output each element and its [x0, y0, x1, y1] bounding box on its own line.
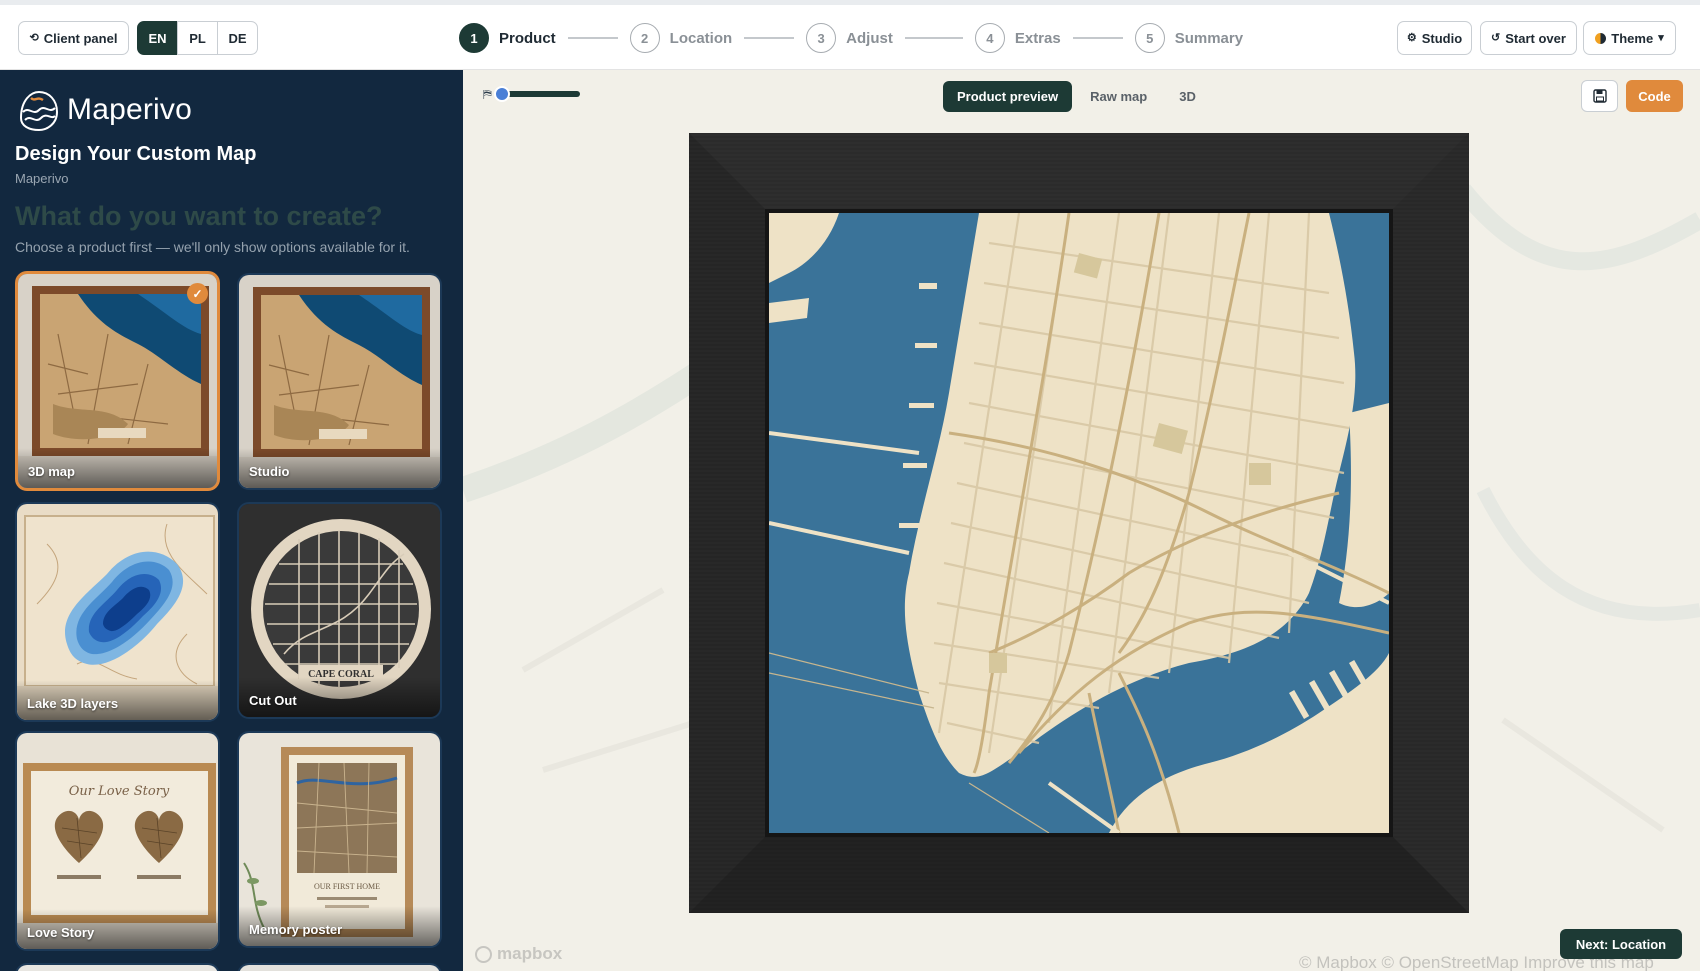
- mapbox-logo: mapbox: [475, 944, 562, 964]
- start-over-button[interactable]: ↺ Start over: [1480, 21, 1577, 55]
- step-location[interactable]: 2 Location: [629, 23, 733, 53]
- studio-icon: ⚙: [1406, 31, 1417, 44]
- zoom-slider[interactable]: ⛿: [483, 84, 603, 104]
- product-card-3d-map[interactable]: ✓ 3D map: [15, 271, 220, 491]
- memory-poster-caption: OUR FIRST HOME: [314, 882, 380, 891]
- step-connector: [1072, 37, 1123, 39]
- step-label: Location: [669, 29, 733, 47]
- product-card-studio[interactable]: Studio: [237, 273, 442, 490]
- sidebar-subtitle: Maperivo: [15, 171, 69, 186]
- theme-icon: [1595, 32, 1607, 44]
- brand-name: Maperivo: [67, 93, 192, 126]
- product-card-memory-poster[interactable]: OUR FIRST HOME Memory poster: [237, 731, 442, 948]
- slider-track[interactable]: [493, 86, 580, 102]
- reset-icon: ↺: [1491, 31, 1501, 44]
- step-label: Summary: [1174, 29, 1244, 47]
- step-number: 5: [1134, 23, 1165, 53]
- studio-label: Studio: [1421, 30, 1463, 46]
- maperivo-logo-icon: [19, 90, 59, 132]
- product-card-partial[interactable]: [15, 963, 220, 971]
- product-card-label: Lake 3D layers: [27, 696, 119, 711]
- product-card-label: Studio: [249, 464, 290, 479]
- save-icon: [1592, 89, 1607, 103]
- product-card-label: Memory poster: [249, 922, 343, 937]
- product-card-label: Love Story: [27, 925, 95, 940]
- mapbox-icon: [475, 945, 492, 963]
- studio-button[interactable]: ⚙ Studio: [1397, 21, 1472, 55]
- caret-down-icon: ▾: [1658, 31, 1664, 44]
- step-label: Product: [499, 29, 556, 47]
- code-button[interactable]: Code: [1626, 80, 1683, 112]
- step-number: 1: [459, 23, 489, 53]
- step-connector: [744, 37, 795, 39]
- slider-thumb[interactable]: [493, 86, 510, 102]
- love-story-caption: Our Love Story: [69, 784, 170, 799]
- step-connector: [567, 37, 618, 39]
- next-location-button[interactable]: Next: Location: [1560, 929, 1682, 959]
- top-bar: ⟲ Client panel EN PL DE 1 Product 2 Loca…: [0, 0, 1700, 70]
- product-card-partial[interactable]: [237, 963, 442, 971]
- step-number: 2: [629, 23, 660, 53]
- map-pin-icon: ⛿: [483, 86, 492, 101]
- top-strip: [0, 0, 1700, 5]
- tab-product-preview[interactable]: Product preview: [943, 81, 1073, 112]
- view-switcher: Product preview Raw map 3D: [943, 81, 1210, 113]
- selected-check-icon: ✓: [187, 283, 208, 304]
- map-artwork: [769, 213, 1389, 833]
- tab-3d[interactable]: 3D: [1165, 81, 1210, 112]
- step-number: 3: [806, 23, 837, 53]
- tab-raw-map[interactable]: Raw map: [1076, 81, 1161, 112]
- step-extras[interactable]: 4 Extras: [974, 23, 1061, 53]
- product-sidebar: Maperivo Design Your Custom Map Maperivo…: [0, 70, 463, 971]
- product-card-cut-out[interactable]: CAPE CORAL Cut Out: [237, 502, 442, 719]
- step-label: Extras: [1014, 29, 1061, 47]
- step-adjust[interactable]: 3 Adjust: [806, 23, 893, 53]
- step-product[interactable]: 1 Product: [459, 23, 556, 53]
- client-panel-button[interactable]: ⟲ Client panel: [18, 21, 129, 55]
- step-progress: 1 Product 2 Location 3 Adjust 4 Extras 5…: [459, 22, 1243, 54]
- step-label: Adjust: [846, 29, 893, 47]
- language-switcher: EN PL DE: [137, 21, 258, 55]
- brand: Maperivo: [15, 88, 192, 132]
- sidebar-title: Design Your Custom Map: [15, 143, 257, 165]
- step-number: 4: [974, 23, 1005, 53]
- lang-pl-button[interactable]: PL: [177, 21, 218, 55]
- preview-area: ⛿ Product preview Raw map 3D Code mapbox…: [463, 70, 1700, 971]
- lang-de-button[interactable]: DE: [217, 21, 258, 55]
- save-button[interactable]: [1581, 80, 1618, 112]
- product-description: Choose a product first — we'll only show…: [15, 239, 410, 255]
- history-icon: ⟲: [29, 31, 39, 44]
- theme-label: Theme: [1611, 30, 1654, 46]
- theme-dropdown[interactable]: Theme ▾: [1583, 21, 1676, 55]
- step-summary[interactable]: 5 Summary: [1134, 23, 1244, 53]
- product-card-lake-3d-layers[interactable]: Lake 3D layers: [15, 502, 220, 722]
- product-card-love-story[interactable]: Our Love Story Love Story: [15, 731, 220, 951]
- mapbox-logo-text: mapbox: [497, 944, 563, 963]
- framed-map-preview[interactable]: [689, 133, 1469, 913]
- product-card-label: 3D map: [28, 464, 75, 479]
- product-question: What do you want to create?: [15, 201, 383, 231]
- product-card-label: Cut Out: [249, 693, 297, 708]
- client-panel-label: Client panel: [43, 30, 118, 46]
- step-connector: [904, 37, 963, 39]
- start-over-label: Start over: [1505, 30, 1566, 46]
- lang-en-button[interactable]: EN: [137, 21, 178, 55]
